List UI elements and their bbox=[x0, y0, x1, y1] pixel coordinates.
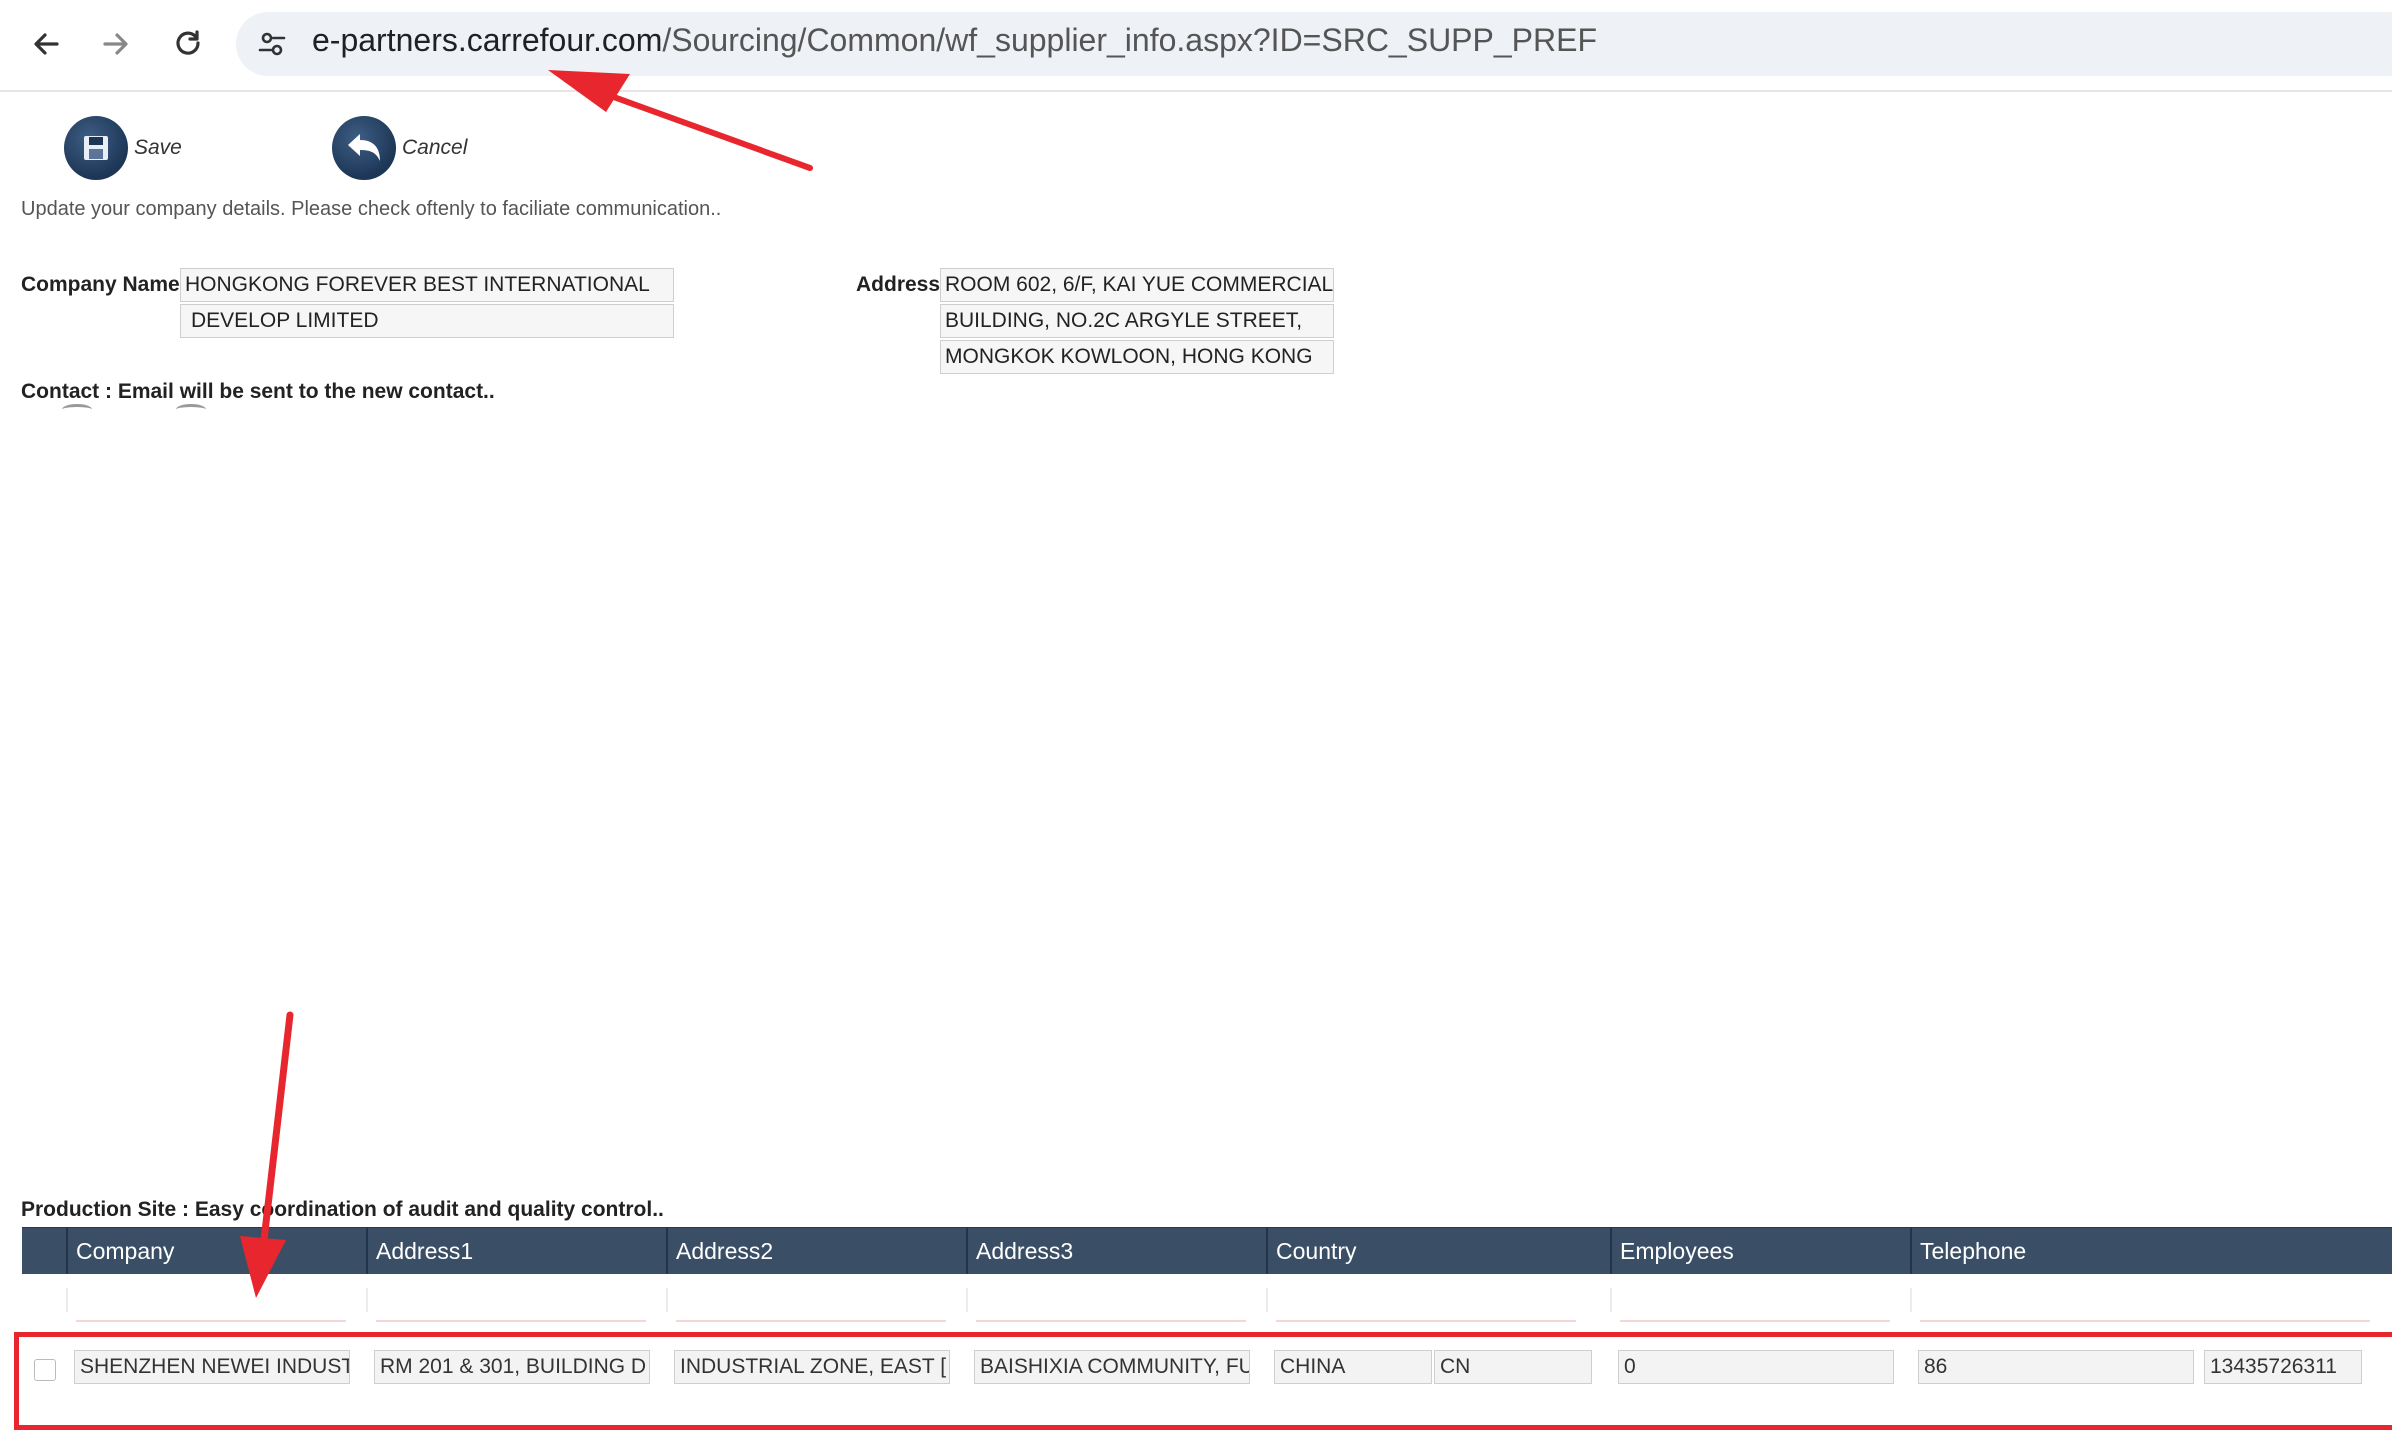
arrow-left-icon bbox=[34, 33, 59, 55]
filter-underline bbox=[76, 1320, 346, 1322]
cell-telephone[interactable]: 13435726311 bbox=[2204, 1350, 2362, 1384]
save-icon-circle bbox=[64, 116, 128, 180]
column-header-address3[interactable]: Address3 bbox=[966, 1228, 1266, 1274]
column-header-company[interactable]: Company bbox=[66, 1228, 366, 1274]
production-site-label: Production Site : Easy coordination of a… bbox=[21, 1198, 664, 1221]
row-select-checkbox[interactable] bbox=[34, 1359, 56, 1381]
company-name-field-1[interactable]: HONGKONG FOREVER BEST INTERNATIONAL bbox=[180, 268, 674, 302]
url-text[interactable]: e-partners.carrefour.com/Sourcing/Common… bbox=[312, 22, 1597, 59]
production-grid-header: Company Address1 Address2 Address3 Count… bbox=[22, 1227, 2392, 1274]
cell-phone-prefix[interactable]: 86 bbox=[1918, 1350, 2194, 1384]
contact-dot bbox=[176, 404, 206, 415]
grid-filter-row bbox=[22, 1274, 2392, 1326]
cancel-label: Cancel bbox=[402, 136, 468, 159]
filter-underline bbox=[976, 1320, 1246, 1322]
floppy-disk-icon bbox=[84, 136, 108, 160]
cell-country-code[interactable]: CN bbox=[1434, 1350, 1592, 1384]
save-label: Save bbox=[134, 136, 182, 159]
intro-text: Update your company details. Please chec… bbox=[21, 198, 722, 220]
column-header-country[interactable]: Country bbox=[1266, 1228, 1610, 1274]
filter-underline bbox=[1276, 1320, 1576, 1322]
undo-arrow-icon bbox=[348, 134, 380, 161]
save-button[interactable]: Save bbox=[64, 116, 182, 180]
column-header-address1[interactable]: Address1 bbox=[366, 1228, 666, 1274]
contact-text: Contact : Email will be sent to the new … bbox=[21, 380, 495, 403]
site-info-button[interactable] bbox=[248, 20, 296, 68]
cell-company[interactable]: SHENZHEN NEWEI INDUST bbox=[74, 1350, 350, 1384]
address-field-2[interactable]: BUILDING, NO.2C ARGYLE STREET, bbox=[940, 304, 1334, 338]
back-button[interactable] bbox=[22, 20, 70, 68]
url-path: /Sourcing/Common/wf_supplier_info.aspx?I… bbox=[662, 22, 1597, 58]
reload-icon bbox=[176, 30, 200, 55]
url-host: e-partners.carrefour.com bbox=[312, 22, 663, 58]
cell-address2[interactable]: INDUSTRIAL ZONE, EAST [ bbox=[674, 1350, 950, 1384]
arrow-right-icon bbox=[103, 33, 128, 55]
browser-toolbar: e-partners.carrefour.com/Sourcing/Common… bbox=[0, 0, 2392, 92]
company-name-label: Company Name bbox=[21, 273, 180, 296]
filter-underline bbox=[376, 1320, 646, 1322]
filter-underline bbox=[1620, 1320, 1890, 1322]
reload-button[interactable] bbox=[164, 20, 212, 68]
cell-address1[interactable]: RM 201 & 301, BUILDING D bbox=[374, 1350, 650, 1384]
filter-underline bbox=[1920, 1320, 2370, 1322]
contact-dot bbox=[62, 404, 92, 415]
column-header-employees[interactable]: Employees bbox=[1610, 1228, 1910, 1274]
filter-underline bbox=[676, 1320, 946, 1322]
address-label: Address bbox=[856, 273, 941, 296]
tune-icon bbox=[258, 32, 286, 56]
column-header-address2[interactable]: Address2 bbox=[666, 1228, 966, 1274]
forward-button[interactable] bbox=[92, 20, 140, 68]
cell-country[interactable]: CHINA bbox=[1274, 1350, 1432, 1384]
address-field-3[interactable]: MONGKOK KOWLOON, HONG KONG bbox=[940, 340, 1334, 374]
cell-address3[interactable]: BAISHIXIA COMMUNITY, FU bbox=[974, 1350, 1250, 1384]
address-field-1[interactable]: ROOM 602, 6/F, KAI YUE COMMERCIAL bbox=[940, 268, 1334, 302]
cancel-button[interactable]: Cancel bbox=[332, 116, 467, 180]
column-header-telephone[interactable]: Telephone bbox=[1910, 1228, 2392, 1274]
cell-employees[interactable]: 0 bbox=[1618, 1350, 1894, 1384]
cancel-icon-circle bbox=[332, 116, 396, 180]
header-select-column bbox=[22, 1228, 66, 1274]
company-name-field-2[interactable]: DEVELOP LIMITED bbox=[180, 304, 674, 338]
